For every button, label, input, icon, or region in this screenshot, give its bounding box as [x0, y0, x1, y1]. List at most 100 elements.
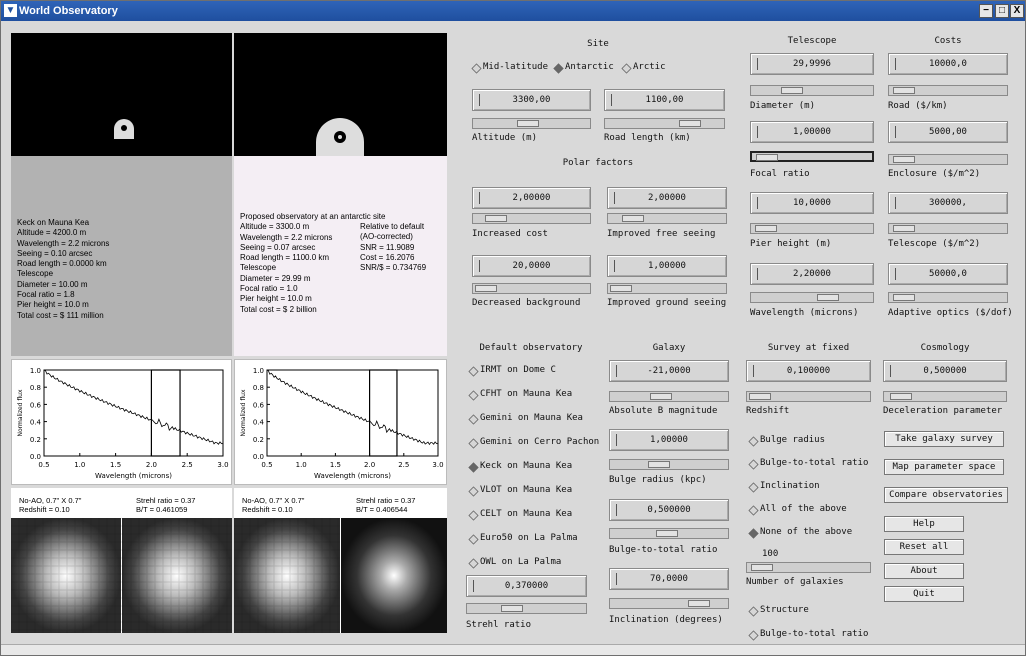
- radio-structure[interactable]: Structure: [749, 605, 809, 615]
- quit-button[interactable]: Quit: [884, 586, 964, 602]
- minimize-button[interactable]: −: [979, 4, 993, 18]
- road-length-input[interactable]: 1100,00: [604, 89, 725, 111]
- maximize-button[interactable]: □: [995, 4, 1009, 18]
- wavelength-input[interactable]: 2,20000: [750, 263, 874, 285]
- proposed-spectrum-plot: 0.5 1.0 1.5 2.0 2.5 3.0 1.0 0.8 0.6 0.4 0.2 0.0 Wave…: [234, 359, 447, 485]
- y-tick-label: 0.8: [30, 384, 41, 392]
- keck-galaxy-images: [11, 518, 232, 633]
- ground-seeing-slider[interactable]: [607, 283, 727, 294]
- y-tick-label: 0.2: [30, 436, 41, 444]
- num-galaxies-slider[interactable]: [746, 562, 871, 573]
- radio-survey-4[interactable]: None of the above: [749, 527, 852, 537]
- about-button[interactable]: About: [884, 563, 964, 579]
- proposed-info-line: Total cost = $ 2 billion: [240, 304, 317, 314]
- reset-all-button[interactable]: Reset all: [884, 539, 964, 555]
- strehl-input[interactable]: 0,370000: [466, 575, 587, 597]
- focal-ratio-input[interactable]: 1,00000: [750, 121, 874, 143]
- compare-observatories-button[interactable]: Compare observatories: [884, 487, 1008, 503]
- x-tick-label: 1.0: [296, 461, 307, 469]
- relative-info-text: Relative to default (AO-corrected) SNR = 1…: [360, 222, 426, 273]
- pier-height-slider[interactable]: [750, 223, 874, 234]
- radio-observatory-2[interactable]: Gemini on Mauna Kea: [469, 413, 583, 423]
- keck-info-line: Telescope: [17, 269, 54, 279]
- band-window: [150, 369, 181, 457]
- redshift-slider[interactable]: [746, 391, 871, 402]
- bulge-to-total-slider[interactable]: [609, 528, 729, 539]
- help-button[interactable]: Help: [884, 516, 964, 532]
- inclination-slider[interactable]: [609, 598, 729, 609]
- pier-height-input[interactable]: 10,0000: [750, 192, 874, 214]
- road-cost-slider[interactable]: [888, 85, 1008, 96]
- bulge-to-total-input[interactable]: 0,500000: [609, 499, 729, 521]
- strehl-slider[interactable]: [466, 603, 587, 614]
- diameter-input[interactable]: 29,9996: [750, 53, 874, 75]
- proposed-info-line: Pier height = 10.0 m: [240, 294, 312, 304]
- altitude-input[interactable]: 3300,00: [472, 89, 591, 111]
- absolute-b-input[interactable]: -21,0000: [609, 360, 729, 382]
- x-axis-label: Wavelength (microns): [314, 472, 391, 480]
- redshift-input[interactable]: 0,100000: [746, 360, 871, 382]
- road-cost-input[interactable]: 10000,0: [888, 53, 1008, 75]
- deceleration-slider[interactable]: [883, 391, 1007, 402]
- altitude-slider[interactable]: [472, 118, 591, 129]
- ao-cost-input[interactable]: 50000,0: [888, 263, 1008, 285]
- radio-observatory-8[interactable]: OWL on La Palma: [469, 557, 561, 567]
- telescope-cost-slider[interactable]: [888, 223, 1008, 234]
- take-galaxy-survey-button[interactable]: Take galaxy survey: [884, 431, 1004, 447]
- radio-arctic[interactable]: Arctic: [622, 62, 666, 72]
- bulge-radius-input[interactable]: 1,00000: [609, 429, 729, 451]
- wavelength-slider[interactable]: [750, 292, 874, 303]
- radio-observatory-5[interactable]: VLOT on Mauna Kea: [469, 485, 572, 495]
- radio-bulge-to-total-ratio-2[interactable]: Bulge-to-total ratio: [749, 629, 868, 639]
- free-seeing-slider[interactable]: [607, 213, 727, 224]
- radio-observatory-0[interactable]: IRMT on Dome C: [469, 365, 556, 375]
- x-tick-label: 1.5: [110, 461, 121, 469]
- telescope-cost-input[interactable]: 300000,: [888, 192, 1008, 214]
- absolute-b-slider[interactable]: [609, 391, 729, 402]
- window-title: World Observatory: [19, 5, 118, 17]
- radio-observatory-6[interactable]: CELT on Mauna Kea: [469, 509, 572, 519]
- x-tick-label: 3.0: [217, 461, 228, 469]
- increased-cost-slider[interactable]: [472, 213, 591, 224]
- radio-observatory-1[interactable]: CFHT on Mauna Kea: [469, 389, 572, 399]
- keck-info-panel: Keck on Mauna Kea Altitude = 4200.0 m Wave…: [11, 156, 232, 356]
- focal-ratio-slider[interactable]: [750, 151, 874, 162]
- radio-observatory-7[interactable]: Euro50 on La Palma: [469, 533, 578, 543]
- focal-ratio-label: Focal ratio: [750, 169, 810, 179]
- keck-info-line: Focal ratio = 1.8: [17, 290, 75, 300]
- free-seeing-input[interactable]: 2,00000: [607, 187, 727, 209]
- ground-seeing-label: Improved ground seeing: [607, 298, 727, 308]
- bottom-scrollbar[interactable]: [1, 644, 1025, 655]
- decreased-background-slider[interactable]: [472, 283, 591, 294]
- radio-antarctic[interactable]: Antarctic: [554, 62, 614, 72]
- x-tick-label: 1.5: [330, 461, 341, 469]
- radio-survey-2[interactable]: Inclination: [749, 481, 820, 491]
- road-cost-label: Road ($/km): [888, 101, 948, 111]
- map-parameter-space-button[interactable]: Map parameter space: [884, 459, 1004, 475]
- diameter-slider[interactable]: [750, 85, 874, 96]
- close-button[interactable]: X: [1010, 4, 1024, 18]
- app-menu-icon[interactable]: ▼: [4, 4, 17, 17]
- x-tick-label: 1.0: [74, 461, 85, 469]
- bulge-radius-slider[interactable]: [609, 459, 729, 470]
- road-length-slider[interactable]: [604, 118, 725, 129]
- band-window: [369, 369, 398, 457]
- site-header: Site: [587, 39, 609, 49]
- x-axis-label: Wavelength (microns): [95, 472, 172, 480]
- ao-cost-slider[interactable]: [888, 292, 1008, 303]
- inclination-input[interactable]: 70,0000: [609, 568, 729, 590]
- increased-cost-label: Increased cost: [472, 229, 548, 239]
- radio-mid-latitude[interactable]: Mid-latitude: [472, 62, 548, 72]
- deceleration-input[interactable]: 0,500000: [883, 360, 1007, 382]
- decreased-background-input[interactable]: 20,0000: [472, 255, 591, 277]
- radio-survey-1[interactable]: Bulge-to-total ratio: [749, 458, 868, 468]
- radio-survey-0[interactable]: Bulge radius: [749, 435, 825, 445]
- num-galaxies-label: Number of galaxies: [746, 577, 844, 587]
- ground-seeing-input[interactable]: 1,00000: [607, 255, 727, 277]
- radio-observatory-4[interactable]: Keck on Mauna Kea: [469, 461, 572, 471]
- enclosure-cost-slider[interactable]: [888, 154, 1008, 165]
- radio-survey-3[interactable]: All of the above: [749, 504, 847, 514]
- radio-observatory-3[interactable]: Gemini on Cerro Pachon: [469, 437, 599, 447]
- increased-cost-input[interactable]: 2,00000: [472, 187, 591, 209]
- enclosure-cost-input[interactable]: 5000,00: [888, 121, 1008, 143]
